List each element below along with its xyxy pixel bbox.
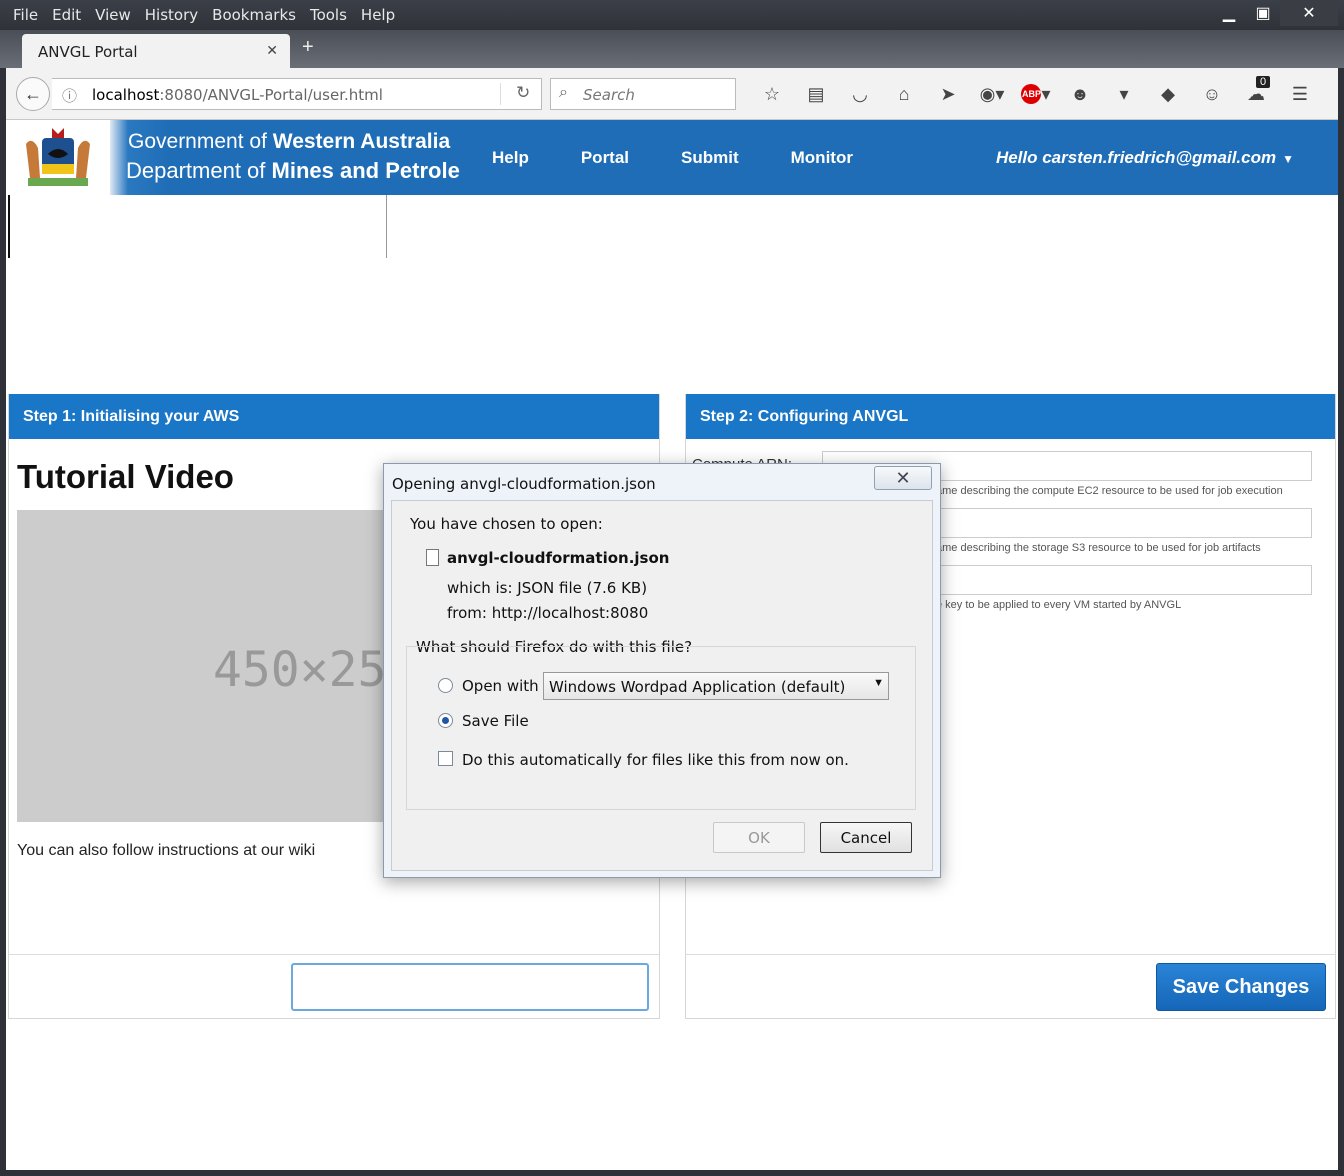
home-icon[interactable]: ⌂ xyxy=(882,80,926,108)
menu-bookmarks[interactable]: Bookmarks xyxy=(205,4,303,26)
user-menu[interactable]: Hello carsten.friedrich@gmail.com ▼ xyxy=(996,148,1294,168)
nav-toolbar: ← ⓘ localhost:8080/ANVGL-Portal/user.htm… xyxy=(6,68,1338,120)
notification-badge: 0 xyxy=(1256,76,1271,88)
json-file-icon xyxy=(426,549,439,566)
bookmark-star-icon[interactable]: ☆ xyxy=(750,80,794,108)
maximize-icon[interactable]: ▣ xyxy=(1246,0,1280,26)
info-icon[interactable]: ⓘ xyxy=(62,85,77,106)
storage-help-text: ame describing the storage S3 resource t… xyxy=(936,542,1261,554)
send-icon[interactable]: ➤ xyxy=(926,80,970,108)
menu-help[interactable]: Help xyxy=(354,4,402,26)
download-policy-button[interactable]: Download Cloud Formation Policy xyxy=(291,963,649,1011)
save-changes-button[interactable]: Save Changes xyxy=(1156,963,1326,1011)
nav-monitor[interactable]: Monitor xyxy=(791,148,853,168)
gov-line-2-prefix: Department of xyxy=(126,158,266,183)
close-window-icon[interactable]: ✕ xyxy=(1280,0,1338,26)
gov-line-2: Department of Mines and Petrole xyxy=(126,158,460,184)
tab-strip: ANVGL Portal ✕ + xyxy=(0,30,1344,68)
extension-globe-icon[interactable]: ◉▾ xyxy=(970,80,1014,108)
menu-history[interactable]: History xyxy=(138,4,205,26)
compute-help-text: ame describing the compute EC2 resource … xyxy=(936,485,1283,497)
title-bar: File Edit View History Bookmarks Tools H… xyxy=(0,0,1344,30)
nav-portal[interactable]: Portal xyxy=(581,148,629,168)
window-controls: ▁ ▣ ✕ xyxy=(1212,0,1338,26)
ok-button[interactable]: OK xyxy=(713,822,805,853)
menu-tools[interactable]: Tools xyxy=(303,4,354,26)
nav-help[interactable]: Help xyxy=(492,148,529,168)
site-nav: Help Portal Submit Monitor xyxy=(492,148,905,168)
search-icon: ⌕ xyxy=(559,84,568,101)
greasemonkey-icon[interactable]: ☻ xyxy=(1058,80,1102,108)
wiki-instructions: You can also follow instructions at our … xyxy=(17,842,316,859)
gov-line-1: Government of Western Australia xyxy=(128,130,450,154)
search-input[interactable]: ⌕ Search xyxy=(550,78,736,110)
url-host: localhost xyxy=(92,86,160,104)
user-greeting: Hello carsten.friedrich@gmail.com xyxy=(995,148,1277,167)
gov-line-1-prefix: Government of xyxy=(128,130,267,153)
open-with-label[interactable]: Open with xyxy=(462,677,539,695)
tab-anvgl-portal[interactable]: ANVGL Portal ✕ xyxy=(22,34,290,68)
adblock-icon[interactable]: ABP ▾ xyxy=(1014,80,1058,108)
tab-close-icon[interactable]: ✕ xyxy=(266,42,278,59)
hamburger-menu-icon[interactable]: ☰ xyxy=(1278,80,1322,108)
dialog-body: You have chosen to open: anvgl-cloudform… xyxy=(391,500,933,871)
panel-footer-divider xyxy=(9,954,659,955)
dialog-title: Opening anvgl-cloudformation.json xyxy=(392,475,656,493)
open-with-app-value: Windows Wordpad Application (default) xyxy=(549,678,846,696)
open-with-app-select[interactable]: Windows Wordpad Application (default) ▼ xyxy=(543,672,889,700)
new-tab-icon[interactable]: + xyxy=(302,36,314,59)
cancel-button[interactable]: Cancel xyxy=(820,822,912,853)
tab-title: ANVGL Portal xyxy=(38,43,138,61)
reload-icon[interactable]: ↻ xyxy=(516,83,530,103)
divider xyxy=(8,195,10,258)
menu-file[interactable]: File xyxy=(6,4,45,26)
site-header: Government of Western Australia Departme… xyxy=(6,120,1338,195)
url-text: localhost:8080/ANVGL-Portal/user.html xyxy=(92,86,383,104)
auto-label[interactable]: Do this automatically for files like thi… xyxy=(462,751,849,769)
file-name: anvgl-cloudformation.json xyxy=(447,549,670,567)
browser-window: File Edit View History Bookmarks Tools H… xyxy=(0,0,1344,1176)
dialog-close-icon[interactable]: ✕ xyxy=(874,466,932,490)
divider xyxy=(386,195,387,258)
url-path: :8080/ANVGL-Portal/user.html xyxy=(159,86,383,104)
url-separator xyxy=(500,83,501,105)
dropdown-arrow-icon: ▼ xyxy=(873,677,884,689)
gov-line-2-bold: Mines and Petrole xyxy=(271,158,460,183)
file-source: from: http://localhost:8080 xyxy=(447,604,649,622)
panel-footer-divider xyxy=(686,954,1335,955)
nav-submit[interactable]: Submit xyxy=(681,148,739,168)
step1-heading: Step 1: Initialising your AWS xyxy=(9,394,659,439)
lastpass-icon[interactable]: ◆ xyxy=(1146,80,1190,108)
auto-checkbox[interactable] xyxy=(438,751,453,766)
gov-line-1-bold: Western Australia xyxy=(272,130,451,153)
chat-icon[interactable]: ☺ xyxy=(1190,80,1234,108)
coat-of-arms-icon xyxy=(26,128,90,186)
menu-edit[interactable]: Edit xyxy=(45,4,88,26)
menu-bar: File Edit View History Bookmarks Tools H… xyxy=(6,4,402,26)
step2-heading: Step 2: Configuring ANVGL xyxy=(686,394,1335,439)
open-with-radio[interactable] xyxy=(438,678,453,693)
crest-logo xyxy=(6,120,110,195)
save-file-radio[interactable] xyxy=(438,713,453,728)
file-type: which is: JSON file (7.6 KB) xyxy=(447,579,648,597)
pocket-icon[interactable]: ◡ xyxy=(838,80,882,108)
back-arrow-icon[interactable]: ← xyxy=(16,77,50,111)
download-dialog: Opening anvgl-cloudformation.json ✕ You … xyxy=(383,463,941,878)
save-file-label[interactable]: Save File xyxy=(462,712,529,730)
search-placeholder: Search xyxy=(583,86,635,104)
dropdown-arrow-icon[interactable]: ▾ xyxy=(1102,80,1146,108)
reading-list-icon[interactable]: ▤ xyxy=(794,80,838,108)
key-help-text: e key to be applied to every VM started … xyxy=(936,599,1182,611)
chosen-label: You have chosen to open: xyxy=(410,515,603,533)
government-banner: Government of Western Australia Departme… xyxy=(110,120,480,195)
url-bar[interactable]: ⓘ localhost:8080/ANVGL-Portal/user.html … xyxy=(52,78,542,110)
caret-down-icon: ▼ xyxy=(1282,152,1294,166)
toolbar-icons: ☆ ▤ ◡ ⌂ ➤ ◉▾ ABP ▾ ☻ ▾ ◆ ☺ ☁ ☰ xyxy=(750,80,1322,108)
tutorial-video-title: Tutorial Video xyxy=(17,458,234,495)
minimize-icon[interactable]: ▁ xyxy=(1212,0,1246,26)
menu-view[interactable]: View xyxy=(88,4,138,26)
